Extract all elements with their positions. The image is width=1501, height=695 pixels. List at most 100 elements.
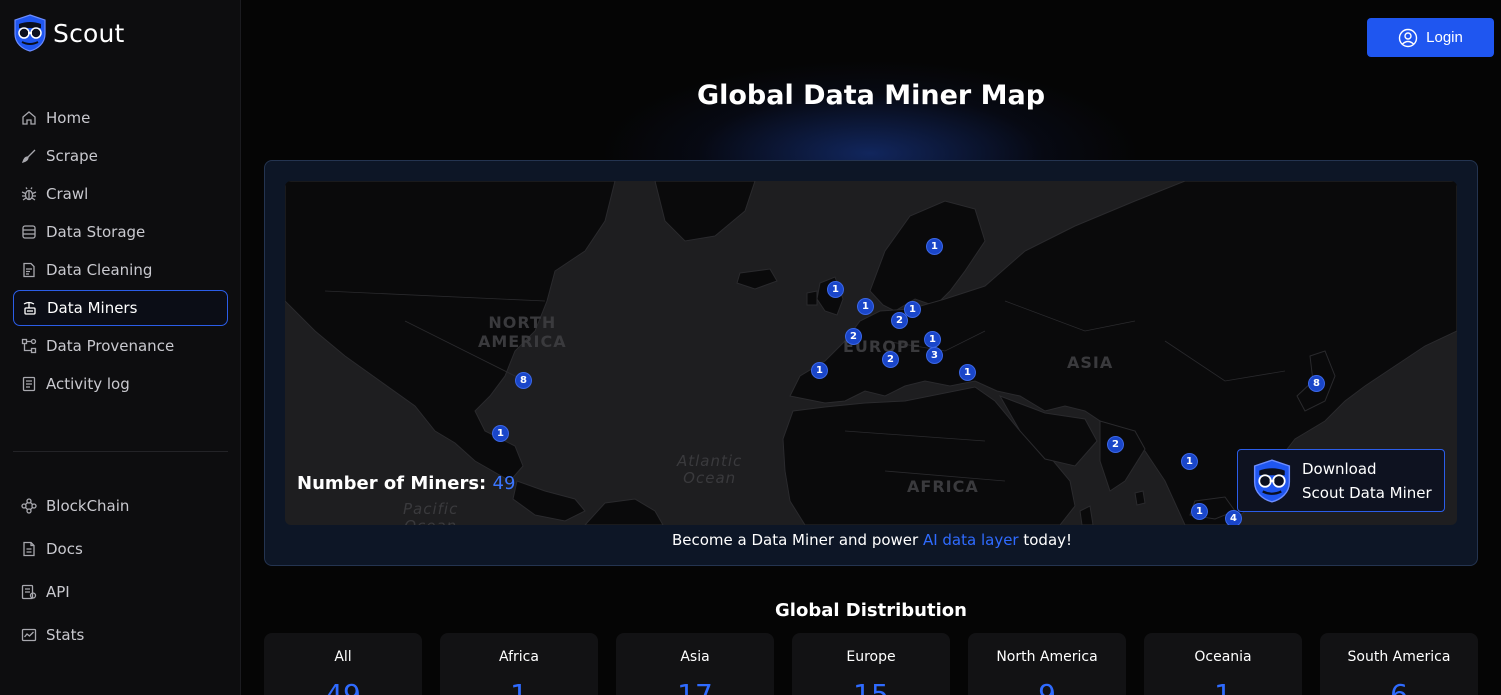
- region-value: 1: [510, 678, 528, 695]
- nav-item-label: Home: [46, 109, 91, 127]
- title-glow: [600, 60, 1140, 170]
- log-icon: [21, 376, 37, 392]
- storage-icon: [21, 224, 37, 240]
- brand-name: Scout: [53, 18, 125, 48]
- map-label-atlantic-ocean: Atlantic Ocean: [677, 452, 743, 487]
- nav-item-data-storage[interactable]: Data Storage: [13, 214, 228, 250]
- nav-item-blockchain[interactable]: BlockChain: [13, 487, 228, 525]
- nav-item-label: BlockChain: [46, 497, 130, 515]
- nav-item-activity-log[interactable]: Activity log: [13, 366, 228, 402]
- map-marker[interactable]: 2: [882, 351, 899, 368]
- map-marker[interactable]: 2: [845, 328, 862, 345]
- nav-item-data-provenance[interactable]: Data Provenance: [13, 328, 228, 364]
- nav-item-label: Data Miners: [47, 299, 138, 317]
- map-marker[interactable]: 1: [904, 301, 921, 318]
- map-marker[interactable]: 3: [926, 347, 943, 364]
- distribution-title: Global Distribution: [775, 600, 967, 621]
- nav-item-label: API: [46, 583, 70, 601]
- region-label: North America: [996, 649, 1098, 665]
- region-label: Oceania: [1194, 649, 1252, 665]
- download-line-2: Scout Data Miner: [1302, 483, 1432, 502]
- nav-item-label: Data Provenance: [46, 337, 175, 355]
- brush-icon: [21, 148, 37, 164]
- map-marker[interactable]: 1: [827, 281, 844, 298]
- blockchain-icon: [21, 498, 37, 514]
- region-card-asia[interactable]: Asia 17: [616, 633, 774, 695]
- miners-count-value: 49: [492, 473, 516, 494]
- miners-count-label: Number of Miners:: [297, 473, 487, 494]
- map-label-pacific-ocean: PacificOcean: [403, 500, 459, 526]
- region-label: South America: [1347, 649, 1451, 665]
- brand[interactable]: Scout: [13, 14, 125, 52]
- login-button[interactable]: Login: [1367, 18, 1494, 57]
- map-marker[interactable]: 8: [1308, 375, 1325, 392]
- home-icon: [21, 110, 37, 126]
- map-marker[interactable]: 1: [926, 238, 943, 255]
- region-card-south-america[interactable]: South America 6: [1320, 633, 1478, 695]
- world-map[interactable]: NORTH AMERICA EUROPE ASIA AFRICA Atlantic…: [285, 181, 1457, 525]
- region-card-europe[interactable]: Europe 15: [792, 633, 950, 695]
- cta-text: Become a Data Miner and power AI data la…: [265, 531, 1479, 549]
- page-title: Global Data Miner Map: [696, 80, 1046, 111]
- nav-item-label: Stats: [46, 626, 85, 644]
- region-value: 9: [1038, 678, 1056, 695]
- nav-item-label: Data Storage: [46, 223, 146, 241]
- region-label: All: [334, 649, 352, 665]
- cta-after: today!: [1018, 531, 1073, 549]
- nav-item-data-miners[interactable]: Data Miners: [13, 290, 228, 326]
- map-marker[interactable]: 4: [1225, 510, 1242, 525]
- region-label: Europe: [846, 649, 896, 665]
- nav-divider: [13, 451, 228, 452]
- map-marker[interactable]: 2: [1107, 436, 1124, 453]
- clean-icon: [21, 262, 37, 278]
- map-marker[interactable]: 1: [959, 364, 976, 381]
- nav-item-label: Data Cleaning: [46, 261, 153, 279]
- region-value: 49: [325, 678, 361, 695]
- region-card-north-america[interactable]: North America 9: [968, 633, 1126, 695]
- ai-data-layer-link[interactable]: AI data layer: [923, 531, 1019, 549]
- scout-logo-icon: [14, 14, 46, 52]
- map-marker[interactable]: 8: [515, 372, 532, 389]
- nav-item-label: Scrape: [46, 147, 98, 165]
- cta-before: Become a Data Miner and power: [671, 531, 923, 549]
- region-value: 15: [853, 678, 889, 695]
- map-marker[interactable]: 1: [811, 362, 828, 379]
- nav-item-stats[interactable]: Stats: [13, 616, 228, 654]
- map-label-africa: AFRICA: [907, 477, 979, 496]
- map-label-asia: ASIA: [1067, 353, 1114, 372]
- nav-item-scrape[interactable]: Scrape: [13, 138, 228, 174]
- region-value: 1: [1214, 678, 1232, 695]
- nav-item-label: Crawl: [46, 185, 89, 203]
- main-nav: Home Scrape Crawl Data Storage Data Clea…: [13, 100, 228, 404]
- nav-item-docs[interactable]: Docs: [13, 530, 228, 568]
- miner-icon: [22, 300, 38, 316]
- nav-item-data-cleaning[interactable]: Data Cleaning: [13, 252, 228, 288]
- stats-icon: [21, 627, 37, 643]
- region-card-all[interactable]: All 49: [264, 633, 422, 695]
- miners-count: Number of Miners: 49: [297, 473, 515, 494]
- region-value: 17: [677, 678, 713, 695]
- region-label: Asia: [680, 649, 710, 665]
- download-line-1: Download: [1302, 459, 1377, 478]
- nav-item-label: Activity log: [46, 375, 130, 393]
- nav-item-api[interactable]: API: [13, 573, 228, 611]
- login-label: Login: [1426, 29, 1463, 46]
- provenance-icon: [21, 338, 37, 354]
- map-marker[interactable]: 1: [1181, 453, 1198, 470]
- scout-logo-icon: [1253, 458, 1291, 503]
- download-text: Download Scout Data Miner: [1302, 457, 1432, 505]
- map-marker[interactable]: 1: [924, 331, 941, 348]
- secondary-nav: BlockChain Docs API Stats: [13, 487, 228, 659]
- region-card-oceania[interactable]: Oceania 1: [1144, 633, 1302, 695]
- distribution-cards: All 49 Africa 1 Asia 17 Europe 15 North …: [264, 633, 1478, 695]
- nav-item-label: Docs: [46, 540, 83, 558]
- map-marker[interactable]: 1: [857, 298, 874, 315]
- nav-item-crawl[interactable]: Crawl: [13, 176, 228, 212]
- download-miner-button[interactable]: Download Scout Data Miner: [1237, 449, 1445, 512]
- region-card-africa[interactable]: Africa 1: [440, 633, 598, 695]
- map-card: NORTH AMERICA EUROPE ASIA AFRICA Atlantic…: [264, 160, 1478, 566]
- user-icon: [1398, 28, 1418, 47]
- map-marker[interactable]: 1: [1191, 503, 1208, 520]
- map-marker[interactable]: 1: [492, 425, 509, 442]
- region-label: Africa: [499, 649, 539, 665]
